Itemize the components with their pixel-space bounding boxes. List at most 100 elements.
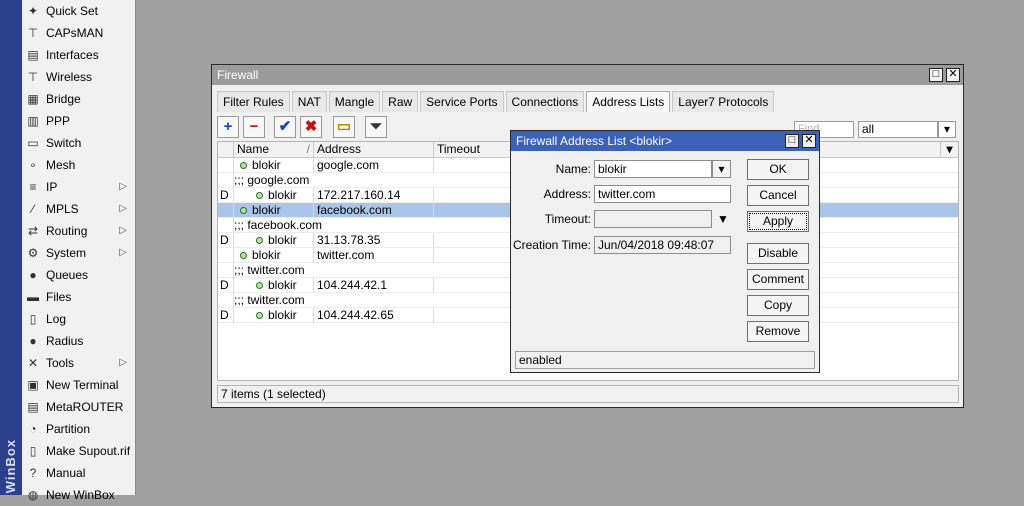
row-name-cell: blokir bbox=[234, 248, 314, 263]
row-comment: ;;; twitter.com bbox=[234, 263, 305, 277]
flag-column-header[interactable] bbox=[218, 142, 234, 157]
tab-raw[interactable]: Raw bbox=[382, 91, 419, 112]
address-field[interactable]: twitter.com bbox=[594, 185, 731, 203]
sidebar-item-mesh[interactable]: ∘ Mesh bbox=[22, 154, 135, 176]
submenu-arrow-icon: ▷ bbox=[119, 225, 127, 236]
disable-button[interactable]: Disable bbox=[747, 243, 809, 264]
name-header-label: Name bbox=[237, 142, 270, 156]
antenna-icon: ⊤ bbox=[27, 26, 39, 40]
row-flag bbox=[218, 248, 234, 263]
comment-button[interactable]: ▭ bbox=[333, 116, 355, 138]
minus-icon: − bbox=[249, 118, 259, 135]
sidebar-item-make-supout-rif[interactable]: ▯ Make Supout.rif bbox=[22, 440, 135, 462]
sidebar-item-manual[interactable]: ? Manual bbox=[22, 462, 135, 484]
column-header-address[interactable]: Address bbox=[314, 142, 434, 157]
sidebar-item-label: Tools bbox=[46, 356, 75, 370]
sidebar-item-log[interactable]: ▯ Log bbox=[22, 308, 135, 330]
firewall-titlebar[interactable]: Firewall □ ✕ bbox=[212, 65, 963, 85]
row-flag: D bbox=[218, 233, 234, 248]
filter-dropdown-button[interactable]: ▾ bbox=[938, 121, 956, 138]
sidebar-item-new-terminal[interactable]: ▣ New Terminal bbox=[22, 374, 135, 396]
sidebar-item-metarouter[interactable]: ▤ MetaROUTER bbox=[22, 396, 135, 418]
name-label: Name: bbox=[555, 162, 591, 176]
sidebar-item-bridge[interactable]: ▦ Bridge bbox=[22, 88, 135, 110]
filter-select[interactable]: all bbox=[858, 121, 938, 138]
tab-layer7-protocols[interactable]: Layer7 Protocols bbox=[672, 91, 775, 112]
column-header-name[interactable]: Name / bbox=[234, 142, 314, 157]
close-button[interactable]: ✕ bbox=[946, 68, 960, 82]
sidebar-item-system[interactable]: ⚙ System ▷ bbox=[22, 242, 135, 264]
dialog-title: Firewall Address List <blokir> bbox=[516, 134, 673, 148]
tab-address-lists[interactable]: Address Lists bbox=[586, 91, 671, 112]
status-dot-icon bbox=[256, 192, 263, 199]
comment-button[interactable]: Comment bbox=[747, 269, 809, 290]
row-address: 172.217.160.14 bbox=[314, 188, 434, 203]
winbox-vertical-label: WinBox bbox=[3, 438, 18, 493]
sidebar-item-label: Wireless bbox=[46, 70, 93, 84]
tab-filter-rules[interactable]: Filter Rules bbox=[217, 91, 290, 112]
sidebar-item-label: Routing bbox=[46, 224, 88, 238]
tab-connections[interactable]: Connections bbox=[505, 91, 585, 112]
row-name-cell: blokir bbox=[234, 233, 314, 248]
columns-dropdown-button[interactable]: ▾ bbox=[940, 142, 958, 157]
tab-service-ports[interactable]: Service Ports bbox=[420, 91, 504, 112]
sidebar-item-ppp[interactable]: ▥ PPP bbox=[22, 110, 135, 132]
remove-button[interactable]: Remove bbox=[747, 321, 809, 342]
sidebar-item-radius[interactable]: ● Radius bbox=[22, 330, 135, 352]
sidebar-item-label: System bbox=[46, 246, 87, 260]
sidebar-item-label: Switch bbox=[46, 136, 82, 150]
sidebar-item-wireless[interactable]: ⊤ Wireless bbox=[22, 66, 135, 88]
sidebar-item-switch[interactable]: ▭ Switch bbox=[22, 132, 135, 154]
sidebar-item-label: Mesh bbox=[46, 158, 76, 172]
row-name: blokir bbox=[252, 248, 281, 262]
enable-button[interactable]: ✔ bbox=[274, 116, 296, 138]
submenu-arrow-icon: ▷ bbox=[119, 247, 127, 258]
row-name-cell: blokir bbox=[234, 203, 314, 218]
submenu-arrow-icon: ▷ bbox=[119, 203, 127, 214]
sidebar-item-ip[interactable]: ≡ IP ▷ bbox=[22, 176, 135, 198]
chevron-down-icon: ▾ bbox=[946, 142, 953, 156]
tab-nat[interactable]: NAT bbox=[291, 91, 327, 112]
copy-button[interactable]: Copy bbox=[747, 295, 809, 316]
sidebar-item-label: Partition bbox=[46, 422, 91, 436]
disable-button[interactable]: ✖ bbox=[300, 116, 322, 138]
folder-icon: ▬ bbox=[27, 290, 39, 304]
dialog-close-button[interactable]: ✕ bbox=[802, 134, 816, 148]
timeout-label: Timeout: bbox=[544, 212, 591, 226]
chevron-down-icon: ▼ bbox=[717, 212, 729, 226]
ok-button[interactable]: OK bbox=[747, 159, 809, 180]
cancel-button[interactable]: Cancel bbox=[747, 185, 809, 206]
dialog-titlebar[interactable]: Firewall Address List <blokir> □ ✕ bbox=[511, 131, 819, 151]
tab-mangle[interactable]: Mangle bbox=[328, 91, 381, 112]
sidebar-item-capsman[interactable]: ⊤ CAPsMAN bbox=[22, 22, 135, 44]
sidebar-item-interfaces[interactable]: ▤ Interfaces bbox=[22, 44, 135, 66]
row-name-cell: blokir bbox=[234, 278, 314, 293]
sidebar-item-label: Log bbox=[46, 312, 67, 326]
name-dropdown-button[interactable]: ▾ bbox=[712, 160, 731, 178]
timeout-dropdown-button[interactable]: ▼ bbox=[716, 210, 730, 228]
maximize-button[interactable]: □ bbox=[929, 68, 943, 82]
sidebar-item-new-winbox[interactable]: ◍ New WinBox bbox=[22, 484, 135, 506]
help-icon: ? bbox=[29, 466, 37, 480]
remove-button[interactable]: − bbox=[243, 116, 265, 138]
dialog-maximize-button[interactable]: □ bbox=[785, 134, 799, 148]
sidebar-item-queues[interactable]: ● Queues bbox=[22, 264, 135, 286]
sidebar-item-files[interactable]: ▬ Files bbox=[22, 286, 135, 308]
winbox-vertical-strip: WinBox bbox=[0, 0, 22, 495]
sidebar-item-partition[interactable]: ◔ Partition bbox=[22, 418, 135, 440]
timeout-field[interactable] bbox=[594, 210, 712, 228]
sidebar-item-mpls[interactable]: ⁄ MPLS ▷ bbox=[22, 198, 135, 220]
sidebar-item-routing[interactable]: ⇄ Routing ▷ bbox=[22, 220, 135, 242]
add-button[interactable]: + bbox=[217, 116, 239, 138]
row-name: blokir bbox=[268, 233, 297, 247]
column-header-timeout[interactable]: Timeout bbox=[434, 142, 514, 157]
name-field[interactable]: blokir bbox=[594, 160, 712, 178]
wireless-icon: ⊤ bbox=[27, 70, 39, 84]
submenu-arrow-icon: ▷ bbox=[119, 181, 127, 192]
filter-button[interactable]: ⏷ bbox=[365, 116, 387, 138]
sidebar-item-tools[interactable]: ✕ Tools ▷ bbox=[22, 352, 135, 374]
apply-button[interactable]: Apply bbox=[747, 211, 809, 232]
status-dot-icon bbox=[240, 252, 247, 259]
row-flag bbox=[218, 158, 234, 173]
sidebar-item-quick-set[interactable]: ✦ Quick Set bbox=[22, 0, 135, 22]
